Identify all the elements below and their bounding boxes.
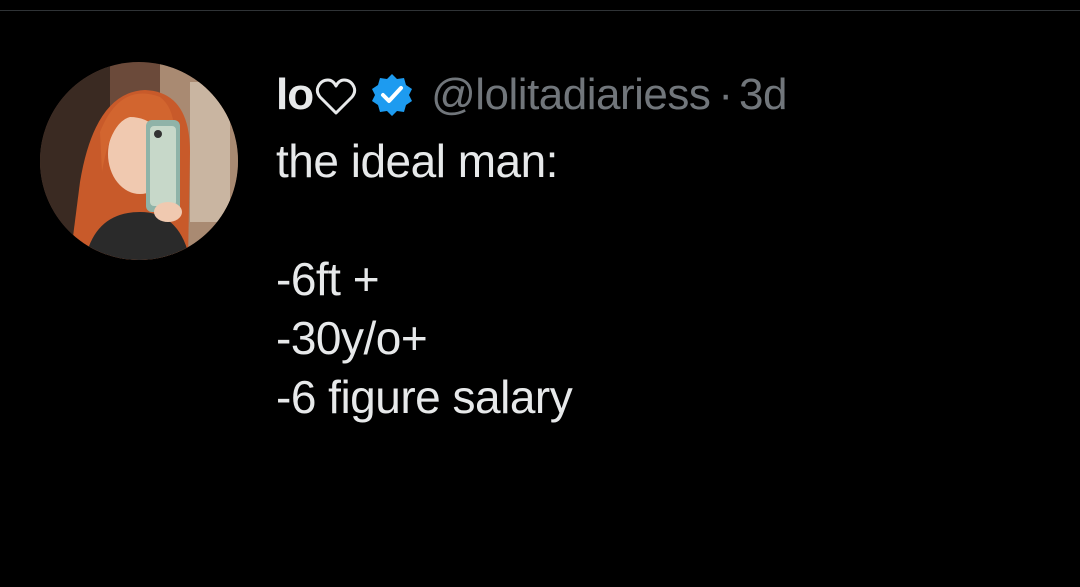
display-name[interactable]: lo <box>276 70 314 120</box>
tweet-text: the ideal man: -6ft + -30y/o+ -6 figure … <box>276 132 1066 427</box>
avatar[interactable] <box>40 62 238 260</box>
tweet-line: the ideal man: <box>276 135 558 187</box>
tweet-line: -30y/o+ <box>276 312 428 364</box>
heart-outline-icon <box>315 77 357 117</box>
verified-badge-icon[interactable] <box>369 72 415 118</box>
user-handle[interactable]: @lolitadiariess <box>431 70 711 120</box>
avatar-photo <box>40 62 238 260</box>
tweet-line: -6ft + <box>276 253 380 305</box>
tweet-line: -6 figure salary <box>276 371 573 423</box>
tweet-header: lo @lolitadiariess · 3d <box>276 60 1066 130</box>
top-divider <box>0 0 1080 11</box>
tweet-content[interactable]: lo @lolitadiariess · 3d the ideal man: -… <box>276 60 1066 427</box>
timestamp[interactable]: 3d <box>739 70 787 120</box>
separator-dot: · <box>718 70 734 119</box>
